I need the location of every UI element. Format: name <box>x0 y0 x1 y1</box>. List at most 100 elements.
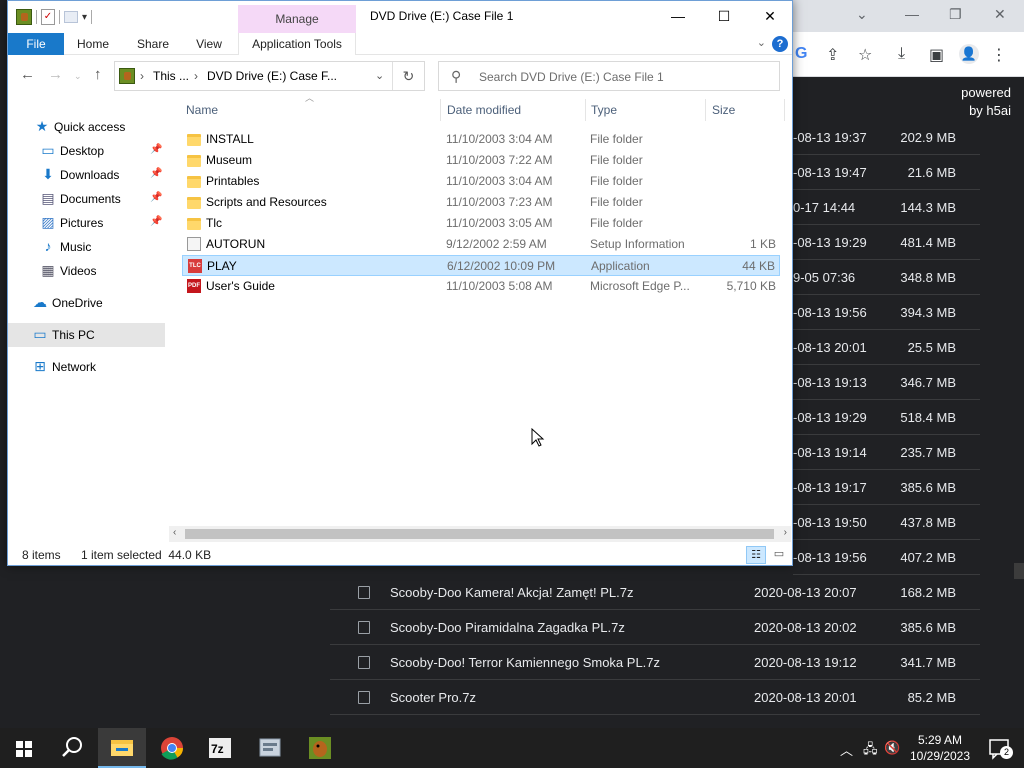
up-arrow-icon[interactable]: ↑ <box>94 66 102 83</box>
nav-item-music[interactable]: ♪ Music <box>8 235 165 259</box>
address-bar[interactable]: › This ... › DVD Drive (E:) Case F... ⌄ … <box>114 61 425 91</box>
file-row[interactable]: Tlc 11/10/2003 3:05 AM File folder <box>182 213 780 234</box>
notifications-icon[interactable]: 2 <box>976 728 1024 768</box>
file-row[interactable]: TLC PLAY 6/12/2002 10:09 PM Application 44 K… <box>182 255 780 276</box>
back-arrow-icon[interactable]: ← <box>20 66 35 83</box>
column-type[interactable]: Type <box>591 95 617 125</box>
list-item[interactable]: -08-13 19:56 407.2 MB <box>793 540 980 575</box>
pin-icon[interactable]: 📌 <box>150 144 162 155</box>
column-date-modified[interactable]: Date modified <box>447 95 521 125</box>
list-item[interactable]: 0-17 14:44 144.3 MB <box>793 190 980 225</box>
column-name[interactable]: Name <box>186 95 218 125</box>
list-item[interactable]: Scooby-Doo Kamera! Akcja! Zamęt! PL.7z 20… <box>330 575 980 610</box>
breadcrumb-this-pc[interactable]: This ... <box>153 69 189 83</box>
pin-icon[interactable]: 📌 <box>150 216 162 227</box>
minimize-icon[interactable]: — <box>905 6 919 22</box>
minimize-button[interactable]: — <box>655 1 701 31</box>
details-view-icon[interactable]: ☷ <box>746 546 766 564</box>
cloud-icon: ☁ <box>33 294 47 310</box>
nav-item-videos[interactable]: ▦ Videos <box>8 259 165 283</box>
tab-share[interactable]: Share <box>130 33 176 55</box>
scroll-left-icon[interactable]: ‹ <box>173 527 176 538</box>
refresh-icon[interactable]: ↻ <box>392 62 424 90</box>
tab-application-tools[interactable]: Application Tools <box>238 33 356 55</box>
file-row[interactable]: AUTORUN 9/12/2002 2:59 AM Setup Informatio… <box>182 234 780 255</box>
nav-item-quick-access[interactable]: ★ Quick access <box>8 115 165 139</box>
pin-icon[interactable]: 📌 <box>150 192 162 203</box>
list-item[interactable]: -08-13 19:13 346.7 MB <box>793 365 980 400</box>
file-explorer-icon[interactable] <box>98 728 146 768</box>
list-item[interactable]: 9-05 07:36 348.8 MB <box>793 260 980 295</box>
list-item[interactable]: -08-13 19:47 21.6 MB <box>793 155 980 190</box>
forward-arrow-icon[interactable]: → <box>48 66 63 83</box>
list-item[interactable]: -08-13 20:01 25.5 MB <box>793 330 980 365</box>
show-hidden-icons-icon[interactable]: ︿ <box>840 740 853 759</box>
scooby-game-icon[interactable] <box>296 728 344 768</box>
list-item[interactable]: -08-13 19:50 437.8 MB <box>793 505 980 540</box>
file-row[interactable]: Museum 11/10/2003 7:22 AM File folder <box>182 150 780 171</box>
google-icon[interactable]: G <box>795 45 807 63</box>
side-panel-icon[interactable]: ▣ <box>929 45 944 65</box>
tab-home[interactable]: Home <box>70 33 116 55</box>
restore-icon[interactable]: ❐ <box>949 6 962 23</box>
search-box[interactable]: ⚲ Search DVD Drive (E:) Case File 1 <box>438 61 780 91</box>
scroll-right-icon[interactable]: › <box>784 527 787 538</box>
list-item[interactable]: Scooby-Doo! Terror Kamiennego Smoka PL.7… <box>330 645 980 680</box>
nav-item-documents[interactable]: ▤ Documents 📌 <box>8 187 165 211</box>
file-row[interactable]: Printables 11/10/2003 3:04 AM File folder <box>182 171 780 192</box>
close-icon[interactable]: ✕ <box>994 6 1006 23</box>
customize-dropdown-icon[interactable]: ▾ <box>82 12 87 23</box>
application-icon: TLC <box>188 259 202 273</box>
tab-view[interactable]: View <box>186 33 232 55</box>
list-item[interactable]: -08-13 19:56 394.3 MB <box>793 295 980 330</box>
page-scrollbar[interactable] <box>1014 563 1024 579</box>
network-status-icon[interactable]: 🖧 <box>863 740 878 762</box>
help-icon[interactable]: ? <box>772 36 788 52</box>
large-icons-view-icon[interactable]: ▭ <box>769 546 789 564</box>
list-item[interactable]: -08-13 19:17 385.6 MB <box>793 470 980 505</box>
file-row[interactable]: Scripts and Resources 11/10/2003 7:23 AM F… <box>182 192 780 213</box>
address-dropdown-icon[interactable]: ⌄ <box>375 69 384 82</box>
profile-avatar-icon[interactable]: 👤 <box>959 44 979 64</box>
close-button[interactable]: ✕ <box>747 1 792 31</box>
system-clock[interactable]: 5:29 AM 10/29/2023 <box>908 732 972 764</box>
file-row[interactable]: INSTALL 11/10/2003 3:04 AM File folder <box>182 129 780 150</box>
breadcrumb-dvd-drive[interactable]: DVD Drive (E:) Case F... <box>207 69 337 83</box>
file-icon <box>358 691 370 704</box>
nav-item-network[interactable]: ⊞ Network <box>8 355 165 379</box>
list-item[interactable]: -08-13 19:29 481.4 MB <box>793 225 980 260</box>
pin-icon[interactable]: 📌 <box>150 168 162 179</box>
properties-icon[interactable]: ✓ <box>41 9 55 25</box>
list-item[interactable]: -08-13 19:37 202.9 MB <box>793 120 980 155</box>
nav-item-this-pc[interactable]: ▭ This PC <box>8 323 165 347</box>
horizontal-scrollbar[interactable]: ‹ › <box>169 526 791 542</box>
file-row[interactable]: PDF User's Guide 11/10/2003 5:08 AM Microso… <box>182 276 780 297</box>
nav-item-desktop[interactable]: ▭ Desktop 📌 <box>8 139 165 163</box>
tab-search-icon[interactable]: ⌄ <box>856 6 868 23</box>
expand-ribbon-icon[interactable]: ⌄ <box>757 36 766 49</box>
7zip-icon[interactable]: 7z <box>196 728 244 768</box>
list-item[interactable]: Scooter Pro.7z 2020-08-13 20:01 85.2 MB <box>330 680 980 715</box>
recent-dropdown-icon[interactable]: ⌄ <box>74 71 82 82</box>
download-icon[interactable]: ⤓ <box>898 45 905 63</box>
nav-item-pictures[interactable]: ▨ Pictures 📌 <box>8 211 165 235</box>
chrome-icon[interactable] <box>148 728 196 768</box>
bookmark-star-icon[interactable]: ☆ <box>858 45 872 65</box>
new-folder-icon[interactable] <box>64 11 78 23</box>
start-icon[interactable] <box>0 728 48 768</box>
tab-file[interactable]: File <box>8 33 64 55</box>
share-icon[interactable]: ⇪ <box>826 45 839 65</box>
volume-muted-icon[interactable]: 🔇 <box>884 740 900 756</box>
scrollbar-thumb[interactable] <box>185 529 774 539</box>
maximize-button[interactable]: ☐ <box>701 1 747 31</box>
nav-item-onedrive[interactable]: ☁ OneDrive <box>8 291 165 315</box>
list-item[interactable]: -08-13 19:29 518.4 MB <box>793 400 980 435</box>
menu-kebab-icon[interactable]: ⋮ <box>991 45 1007 65</box>
nav-item-downloads[interactable]: ⬇ Downloads 📌 <box>8 163 165 187</box>
item-size: 202.9 MB <box>900 130 956 145</box>
list-item[interactable]: -08-13 19:14 235.7 MB <box>793 435 980 470</box>
search-icon[interactable] <box>48 728 96 768</box>
list-item[interactable]: Scooby-Doo Piramidalna Zagadka PL.7z 2020… <box>330 610 980 645</box>
app-icon[interactable] <box>246 728 294 768</box>
column-size[interactable]: Size <box>712 95 735 125</box>
